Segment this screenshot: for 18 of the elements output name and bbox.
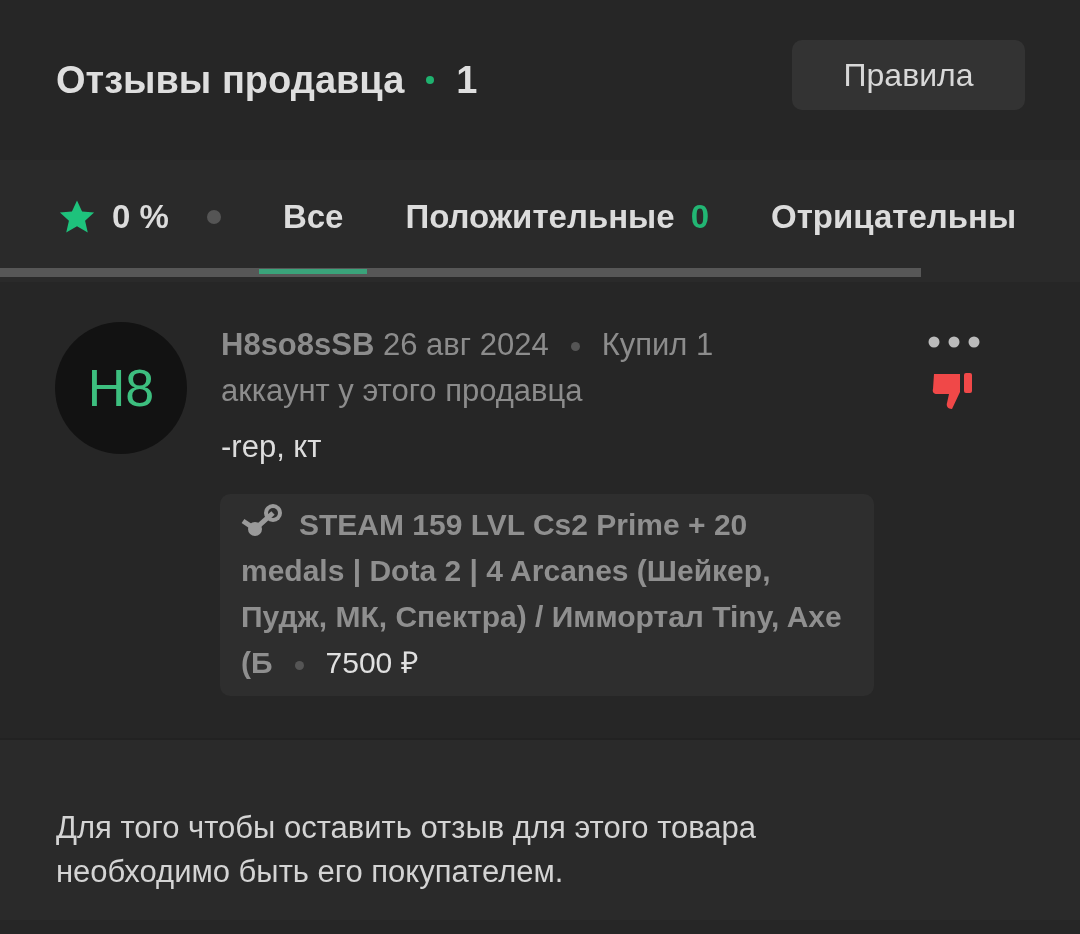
filter-tab[interactable]: Все	[258, 165, 368, 274]
product-card[interactable]: STEAM 159 LVL Cs2 Prime + 20 medals | Dota 2 | 4 Arcanes (Шейкер, Пудж, МК, Спектра) / Иммортал Tiny, Axe (Б 7500 ₽	[220, 494, 874, 696]
section-title: Отзывы продавца	[56, 58, 405, 102]
review-count: 1	[456, 58, 478, 102]
separator-dot-icon	[426, 76, 435, 84]
separator-dot-icon	[206, 210, 221, 224]
scroll-bar[interactable]	[0, 268, 921, 277]
rating-value: 0 %	[112, 198, 169, 236]
steam-icon	[241, 502, 285, 538]
review-meta: H8so8sSB 26 авг 2024 Купил 1 аккаунт у этого продавца	[221, 326, 715, 410]
footer-note: Для того чтобы оставить отзыв для этого товара необходимо быть его покупателем.	[56, 809, 758, 891]
user-avatar: H8	[55, 322, 187, 454]
review-text: -rep, кт	[221, 429, 322, 464]
filter-tab[interactable]: Положительные 0	[381, 165, 733, 274]
rules-button[interactable]: Правила	[792, 40, 1025, 110]
more-icon[interactable]	[928, 336, 980, 348]
separator-dot-icon	[294, 660, 304, 670]
filter-tab[interactable]: Отрицательны	[747, 165, 1041, 274]
